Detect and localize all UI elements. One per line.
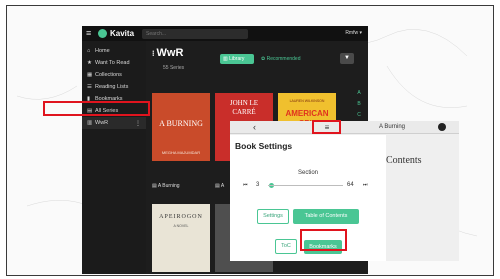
toc-tab-button[interactable]: ToC: [275, 239, 297, 254]
cover-subtitle: A NOVEL: [173, 224, 189, 228]
series-card-apeirogon[interactable]: APEIROGON A NOVEL: [152, 204, 210, 272]
star-icon: ★: [87, 60, 92, 66]
series-icon: ▤: [87, 108, 93, 114]
first-page-icon[interactable]: ⏮: [243, 182, 248, 188]
kavita-logo-icon[interactable]: [98, 29, 107, 38]
sidebar-item-want-to-read[interactable]: ★ Want To Read: [82, 57, 146, 69]
top-navbar: ≡ Kavita Search... Rmfw ▾: [82, 26, 368, 41]
panel-title: Book Settings: [235, 141, 293, 151]
sidebar-item-home[interactable]: ⌂ Home: [82, 45, 146, 57]
sidebar-item-label: Bookmarks: [95, 96, 123, 102]
library-icon: ▥: [87, 120, 93, 126]
back-chevron-icon[interactable]: ‹: [253, 122, 256, 132]
sidebar-item-wwr[interactable]: ▥ WwR ⋮: [82, 117, 146, 129]
menu-icon[interactable]: ≡: [315, 122, 339, 133]
sidebar-item-all-series[interactable]: ▤ All Series: [82, 105, 146, 117]
series-card-caption[interactable]: ▤ A Burning: [152, 183, 210, 189]
section-label: Section: [297, 170, 318, 176]
sidebar-item-bookmarks[interactable]: ▮ Bookmarks: [82, 93, 146, 105]
bookmark-icon: ▮: [87, 96, 91, 102]
slider-max-value: 64: [347, 182, 354, 188]
list-icon: ☰: [87, 84, 92, 90]
reader-toolbar: ‹ ≡ A Burning: [230, 121, 459, 134]
page-title-text: WwR: [156, 47, 184, 59]
section-slider-track[interactable]: [268, 185, 343, 186]
sidebar-item-label: Reading Lists: [95, 84, 129, 90]
title-options-icon[interactable]: ⁝: [152, 49, 155, 58]
home-icon: ⌂: [87, 48, 91, 54]
table-of-contents-tab-button[interactable]: Table of Contents: [293, 209, 359, 224]
book-page-text: Contents: [386, 155, 422, 166]
user-menu[interactable]: Rmfw ▾: [345, 30, 362, 36]
book-settings-panel: Book Settings Section ⏮ 3 64 ⏭ Settings …: [230, 135, 386, 261]
book-title: A Burning: [379, 124, 406, 130]
book-reader-window: ‹ ≡ A Burning Contents Book Settings Sec…: [230, 121, 459, 261]
sidebar-item-label: Home: [95, 48, 110, 54]
jump-letter[interactable]: A: [353, 90, 365, 101]
cover-author: LAUREN WILKINSON: [289, 99, 325, 103]
search-input[interactable]: Search...: [142, 28, 249, 39]
sidebar-item-collections[interactable]: ▦ Collections: [82, 69, 146, 81]
settings-tab-button[interactable]: Settings: [257, 209, 289, 224]
series-count: 55 Series: [163, 65, 185, 71]
cover-title: JOHN LE CARRÉ: [229, 99, 259, 116]
recommended-tab-button[interactable]: ✿ Recommended: [258, 54, 308, 64]
more-options-icon[interactable]: ⋮: [135, 120, 141, 127]
bookmarks-tab-button[interactable]: Bookmarks: [304, 240, 342, 254]
hamburger-icon[interactable]: ≡: [86, 29, 95, 38]
sidebar-item-label: WwR: [95, 120, 109, 126]
library-tab-button[interactable]: ▥ Library: [220, 54, 254, 64]
sidebar: ⌂ Home ★ Want To Read ▦ Collections ☰ Re…: [82, 41, 146, 274]
close-icon[interactable]: [438, 123, 446, 131]
collections-icon: ▦: [87, 72, 93, 78]
brand-name[interactable]: Kavita: [110, 29, 134, 38]
cover-author: MEGHA MAJUMDAR: [161, 150, 201, 155]
sidebar-item-reading-lists[interactable]: ☰ Reading Lists: [82, 81, 146, 93]
cover-title: A BURNING: [159, 119, 203, 128]
last-page-icon[interactable]: ⏭: [363, 182, 368, 188]
sidebar-item-label: All Series: [95, 108, 119, 114]
page-title: ⁝ WwR: [152, 47, 183, 59]
sidebar-item-label: Want To Read: [95, 60, 130, 66]
jump-letter[interactable]: B: [353, 101, 365, 112]
filter-icon[interactable]: ▼: [340, 53, 354, 64]
series-card-a-burning[interactable]: A BURNING MEGHA MAJUMDAR: [152, 93, 210, 161]
sidebar-item-label: Collections: [95, 72, 122, 78]
cover-title: APEIROGON: [159, 214, 203, 220]
slider-min-value: 3: [256, 182, 260, 188]
